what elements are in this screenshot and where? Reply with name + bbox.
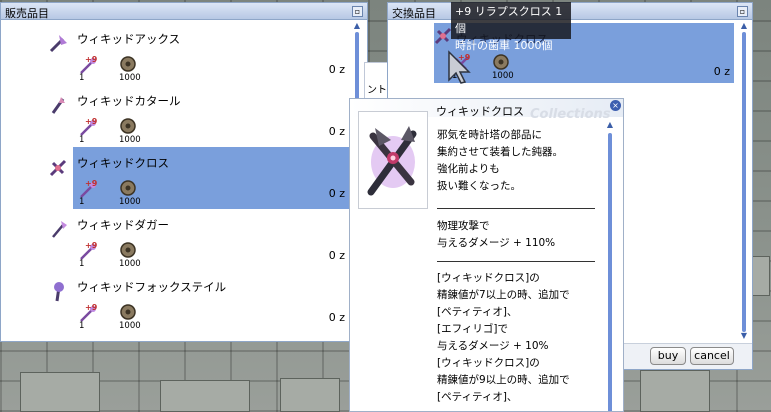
effect-line: 物理攻撃で	[437, 220, 490, 232]
material-qty: 1000	[492, 71, 514, 81]
relapse-weapon-icon: +9 1	[77, 117, 105, 145]
effect-line: [ペティティオ]、	[437, 306, 518, 318]
shop-item-row[interactable]: ウィキッドフォックステイル +9 1 1000 0 z	[1, 271, 367, 333]
effect-line: 精錬値が9以上の時、追加で	[437, 374, 570, 386]
shop-item-price: 0 z	[328, 311, 345, 324]
scroll-down-icon[interactable]: ▼	[739, 332, 749, 340]
item-image-frame	[358, 111, 428, 209]
scroll-up-icon[interactable]: ▲	[739, 22, 749, 30]
effect-line: 与えるダメージ + 10%	[437, 340, 549, 352]
tooltip-line: +9 リラプスクロス 1個	[455, 5, 563, 35]
effect-line: [ウィキッドクロス]の	[437, 357, 540, 369]
relapse-weapon-icon: +9 1	[77, 55, 105, 83]
shop-item-name: ウィキッドカタール	[77, 94, 181, 108]
wicked-cross-icon	[367, 126, 417, 196]
clock-gear-icon: 1000	[117, 179, 145, 207]
shop-item-name: ウィキッドダガー	[77, 218, 169, 232]
dagger-weapon-icon	[52, 221, 67, 238]
close-icon[interactable]: ▫	[352, 6, 363, 17]
relapse-weapon-icon: +9 1	[77, 303, 105, 331]
effect-line: [ウィキッドクロス]の	[437, 272, 540, 284]
shop-item-name: ウィキッドアックス	[77, 32, 181, 46]
material-qty: 1000	[119, 259, 141, 269]
shop-item-name: ウィキッドクロス	[77, 156, 169, 170]
item-effects-1: 物理攻撃で 与えるダメージ + 110%	[437, 218, 612, 252]
material-qty: 1	[79, 197, 85, 207]
buy-button[interactable]: buy	[650, 347, 686, 365]
effect-line: [エフィリゴ]で	[437, 323, 508, 335]
exchange-scrollbar[interactable]: ▲ ▼	[739, 22, 749, 340]
item-description: 邪気を時計塔の部品に 集約させて装着した鈍器。 強化前よりも 扱い難くなった。	[437, 127, 612, 195]
material-qty: 1000	[119, 73, 141, 83]
cross-weapon-icon	[49, 159, 67, 177]
refine-badge: +9	[85, 55, 98, 64]
shop-item-row[interactable]: ウィキッドカタール +9 1 1000 0 z	[1, 85, 367, 147]
scroll-thumb[interactable]	[742, 32, 746, 332]
shop-item-name: ウィキッドフォックステイル	[77, 280, 227, 294]
description-line: 集約させて装着した鈍器。	[437, 146, 563, 158]
exchange-item-price: 0 z	[713, 65, 730, 78]
material-qty: 1000	[119, 197, 141, 207]
material-qty: 1	[79, 73, 85, 83]
material-qty: 1	[79, 321, 85, 331]
axe-weapon-icon	[49, 35, 67, 53]
shop-item-price: 0 z	[328, 63, 345, 76]
effect-line: [ペティティオ]、	[437, 391, 518, 403]
exchange-window-title: 交換品目	[392, 7, 436, 20]
shop-item-price: 0 z	[328, 187, 345, 200]
effect-line: 与えるダメージ + 110%	[437, 237, 556, 249]
material-tooltip: +9 リラプスクロス 1個 時計の歯車 1000個	[451, 2, 571, 52]
material-qty: 1	[79, 259, 85, 269]
cancel-button[interactable]: cancel	[690, 347, 734, 365]
item-detail-name: ウィキッドクロス	[436, 105, 524, 118]
shop-item-price: 0 z	[328, 249, 345, 262]
clock-gear-icon: 1000	[117, 303, 145, 331]
refine-badge: +9	[85, 303, 98, 312]
item-effects-2: [ウィキッドクロス]の 精錬値が7以上の時、追加で [ペティティオ]、 [エフィ…	[437, 270, 612, 406]
relapse-weapon-icon: +9 1	[77, 241, 105, 269]
foxtail-weapon-icon	[54, 282, 64, 302]
refine-badge: +9	[85, 117, 98, 126]
shop-window-titlebar[interactable]: 販売品目 ▫	[1, 3, 367, 20]
shop-window: 販売品目 ▫ ウィキッドアックス +9 1 1000 0 z ウィキッドカタール +9 1 10…	[0, 2, 368, 342]
watermark-text: Collections	[530, 107, 611, 122]
clock-gear-icon: 1000	[117, 241, 145, 269]
description-line: 強化前よりも	[437, 163, 500, 175]
material-qty: 1000	[119, 321, 141, 331]
shop-item-row[interactable]: ウィキッドアックス +9 1 1000 0 z	[1, 23, 367, 85]
clock-gear-icon: 1000	[117, 117, 145, 145]
description-line: 邪気を時計塔の部品に	[437, 129, 542, 141]
material-qty: 1	[79, 135, 85, 145]
refine-badge: +9	[85, 179, 98, 188]
refine-badge: +9	[85, 241, 98, 250]
shop-item-row[interactable]: ウィキッドダガー +9 1 1000 0 z	[1, 209, 367, 271]
clock-gear-icon: 1000	[117, 55, 145, 83]
katar-weapon-icon	[51, 97, 65, 114]
divider	[437, 261, 595, 262]
shop-window-title: 販売品目	[5, 7, 49, 20]
cursor-icon	[448, 50, 471, 84]
material-qty: 1000	[119, 135, 141, 145]
effect-line: 精錬値が7以上の時、追加で	[437, 289, 570, 301]
close-icon[interactable]: ▫	[737, 6, 748, 17]
relapse-weapon-icon: +9 1	[77, 179, 105, 207]
clock-gear-icon: 1000	[490, 53, 518, 81]
description-line: 扱い難くなった。	[437, 180, 521, 192]
close-icon[interactable]: ×	[610, 100, 621, 111]
shop-item-row[interactable]: ウィキッドクロス +9 1 1000 0 z	[1, 147, 367, 209]
shop-item-price: 0 z	[328, 125, 345, 138]
divider	[437, 208, 595, 209]
scroll-up-icon[interactable]: ▲	[352, 22, 362, 30]
